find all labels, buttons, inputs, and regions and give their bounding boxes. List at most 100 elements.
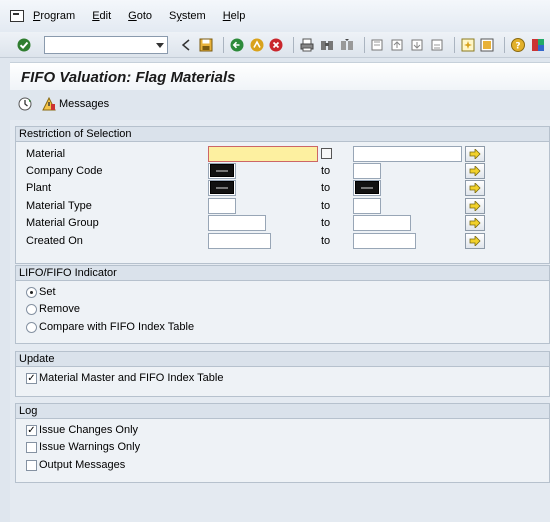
checkbox-checked[interactable]: ✓: [26, 372, 37, 384]
collapse-arrow-icon[interactable]: [178, 37, 194, 53]
checkbox-label: Issue Changes Only: [39, 424, 139, 436]
material-type-row: Material Type to: [16, 198, 550, 215]
to-label: to: [321, 182, 331, 194]
cancel-icon[interactable]: [268, 37, 284, 53]
checkbox-checked[interactable]: ✓: [26, 424, 37, 436]
menu-accelerator: P: [33, 10, 41, 22]
customize-layout-icon[interactable]: [530, 37, 546, 53]
menu-accelerator: H: [222, 10, 231, 22]
multiple-selection-button[interactable]: [465, 233, 485, 249]
radio-button[interactable]: [26, 321, 37, 333]
group-title: Log: [16, 404, 549, 419]
checkbox-material-master[interactable]: ✓ Material Master and FIFO Index Table: [26, 371, 223, 385]
command-field[interactable]: [43, 35, 169, 54]
menu-edit[interactable]: Edit: [92, 10, 111, 22]
menu-accelerator: y: [176, 10, 182, 22]
create-session-icon[interactable]: [460, 37, 476, 53]
material-to-field[interactable]: [353, 146, 462, 162]
radio-label: Remove: [39, 303, 80, 315]
menu-bar: Program Edit Goto System Help: [0, 0, 550, 32]
multiple-selection-icon[interactable]: [321, 148, 332, 159]
radio-set[interactable]: Set: [26, 285, 56, 299]
material-group-row: Material Group to: [16, 215, 550, 232]
menu-program[interactable]: Program: [33, 10, 75, 22]
chevron-down-icon[interactable]: [156, 42, 165, 48]
radio-button-selected[interactable]: [26, 286, 37, 298]
toolbar-separator: [222, 36, 224, 53]
material-type-label: Material Type: [26, 200, 92, 212]
enter-checkmark-icon[interactable]: [16, 37, 32, 53]
lifo-fifo-indicator-group: LIFO/FIFO Indicator Set Remove Compare w…: [15, 265, 550, 344]
menu-system[interactable]: System: [169, 10, 206, 22]
toolbar-separator: [363, 36, 365, 53]
print-icon[interactable]: [299, 37, 315, 53]
material-group-from-field[interactable]: [208, 215, 266, 231]
multiple-selection-button[interactable]: [465, 198, 485, 214]
radio-label: Compare with FIFO Index Table: [39, 321, 195, 333]
radio-remove[interactable]: Remove: [26, 302, 80, 316]
created-on-label: Created On: [26, 235, 83, 247]
arrow-right-icon: [469, 218, 481, 228]
last-page-icon[interactable]: [429, 37, 445, 53]
menu-goto[interactable]: Goto: [128, 10, 152, 22]
checkbox-label: Issue Warnings Only: [39, 441, 141, 453]
multiple-selection-button[interactable]: [465, 215, 485, 231]
redacted-value: [355, 181, 379, 194]
material-group-label: Material Group: [26, 217, 99, 229]
execute-icon[interactable]: [17, 96, 33, 112]
checkbox-output-messages[interactable]: Output Messages: [26, 458, 125, 472]
messages-button[interactable]: Messages: [59, 98, 109, 110]
to-label: to: [321, 165, 331, 177]
multiple-selection-button[interactable]: [465, 163, 485, 179]
radio-compare[interactable]: Compare with FIFO Index Table: [26, 320, 194, 334]
save-icon[interactable]: [198, 37, 214, 53]
messages-icon[interactable]: [41, 96, 57, 112]
next-page-icon[interactable]: [409, 37, 425, 53]
help-icon[interactable]: ?: [510, 37, 526, 53]
to-label: to: [321, 200, 331, 212]
back-icon[interactable]: [229, 37, 245, 53]
shortcut-icon[interactable]: [480, 37, 496, 53]
arrow-right-icon: [469, 236, 481, 246]
created-on-row: Created On to: [16, 233, 550, 250]
checkbox-label: Output Messages: [39, 459, 126, 471]
toolbar-separator: [293, 36, 295, 53]
radio-button[interactable]: [26, 303, 37, 315]
find-next-icon[interactable]: [339, 37, 355, 53]
title-bar: FIFO Valuation: Flag Materials: [10, 62, 550, 90]
multiple-selection-button[interactable]: [465, 146, 485, 162]
checkbox-issue-changes[interactable]: ✓ Issue Changes Only: [26, 423, 138, 437]
find-icon[interactable]: [319, 37, 335, 53]
material-from-field[interactable]: [208, 146, 318, 162]
menu-accelerator: E: [92, 10, 100, 22]
toolbar-separator: [453, 36, 455, 53]
redacted-value: [210, 164, 234, 177]
menu-help[interactable]: Help: [223, 10, 246, 22]
arrow-right-icon: [469, 149, 481, 159]
company-code-label: Company Code: [26, 165, 103, 177]
previous-page-icon[interactable]: [389, 37, 405, 53]
material-group-to-field[interactable]: [353, 215, 411, 231]
system-menu-icon[interactable]: [10, 10, 24, 22]
application-toolbar: Messages: [10, 93, 550, 115]
material-type-to-field[interactable]: [353, 198, 381, 214]
toolbar-separator: [504, 36, 506, 53]
multiple-selection-button[interactable]: [465, 180, 485, 196]
material-type-from-field[interactable]: [208, 198, 236, 214]
to-label: to: [321, 235, 331, 247]
exit-icon[interactable]: [249, 37, 265, 53]
material-label: Material: [26, 148, 66, 160]
company-code-to-field[interactable]: [353, 163, 381, 179]
created-on-from-field[interactable]: [208, 233, 271, 249]
redacted-value: [210, 181, 234, 194]
checkbox[interactable]: [26, 459, 37, 471]
created-on-to-field[interactable]: [353, 233, 416, 249]
first-page-icon[interactable]: [370, 37, 386, 53]
arrow-right-icon: [469, 183, 481, 193]
group-title: LIFO/FIFO Indicator: [16, 266, 549, 281]
checkbox[interactable]: [26, 441, 37, 453]
log-group: Log ✓ Issue Changes Only Issue Warnings …: [15, 403, 550, 483]
checkbox-issue-warnings[interactable]: Issue Warnings Only: [26, 440, 140, 454]
page-title: FIFO Valuation: Flag Materials: [21, 69, 236, 86]
to-label: to: [321, 217, 331, 229]
